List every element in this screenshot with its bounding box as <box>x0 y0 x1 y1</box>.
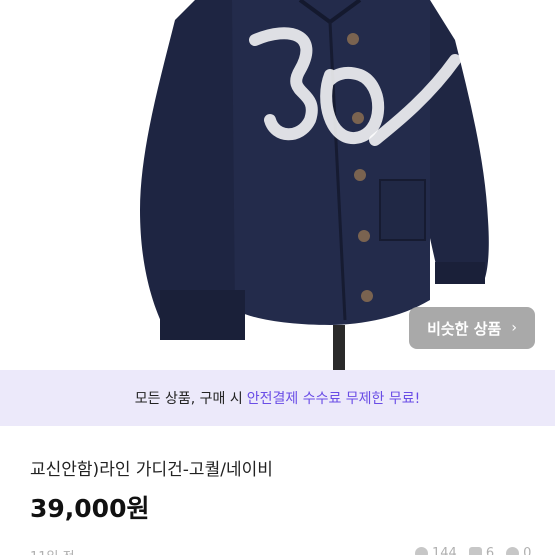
promo-banner[interactable]: 모든 상품, 구매 시 안전결제 수수료 무제한 무료! <box>0 370 555 426</box>
chat-icon <box>506 547 520 555</box>
likes-count: 6 <box>485 546 495 555</box>
similar-products-label: 비슷한 상품 <box>427 319 502 338</box>
likes-stat: 6 <box>468 546 495 555</box>
product-price: 39,000원 <box>30 494 150 523</box>
views-stat: 144 <box>415 546 457 555</box>
chats-stat: 0 <box>506 546 531 555</box>
product-stats: 144 6 0 <box>415 546 531 555</box>
banner-highlight: 안전결제 수수료 무제한 무료! <box>246 391 421 407</box>
product-image[interactable]: 비슷한 상품 › <box>0 0 555 370</box>
chats-count: 0 <box>523 546 532 555</box>
similar-products-button[interactable]: 비슷한 상품 › <box>409 307 535 349</box>
eye-icon <box>415 547 428 555</box>
product-meta: 11일 전 144 6 0 <box>30 546 531 555</box>
product-title: 교신안함)라인 가디건-고퀄/네이비 <box>30 460 273 480</box>
chevron-right-icon: › <box>511 320 517 336</box>
views-count: 144 <box>432 546 457 555</box>
banner-prefix: 모든 상품, 구매 시 <box>134 391 243 407</box>
heart-icon <box>468 547 482 555</box>
posted-time: 11일 전 <box>30 546 75 555</box>
